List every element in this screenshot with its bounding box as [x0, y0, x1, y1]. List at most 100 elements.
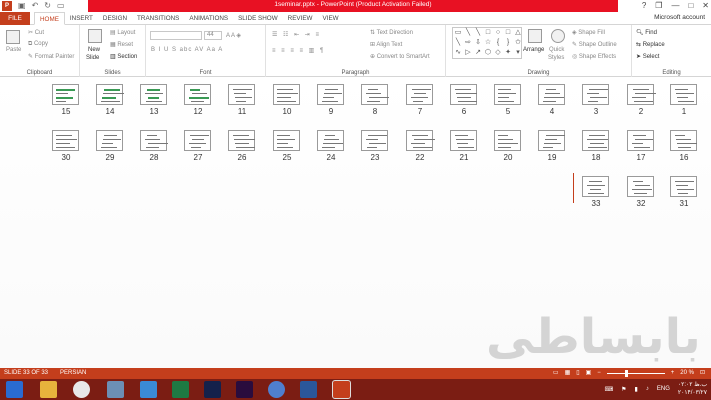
- language-button[interactable]: ENG: [657, 386, 670, 392]
- network-status-icon[interactable]: ▮: [635, 386, 638, 393]
- quick-styles-button[interactable]: Quick: [549, 47, 564, 53]
- slide-thumbnail[interactable]: [184, 84, 211, 105]
- slide-thumbnail[interactable]: [450, 84, 477, 105]
- find-button[interactable]: 🔍︎ Find: [636, 29, 657, 36]
- undo-icon[interactable]: ↶: [32, 1, 39, 11]
- zoom-in-button[interactable]: +: [671, 368, 675, 379]
- triangle-icon[interactable]: △: [513, 28, 523, 38]
- section-button[interactable]: ▥ Section: [110, 53, 137, 60]
- slide-thumbnail[interactable]: [317, 130, 344, 151]
- slide-sorter-icon[interactable]: ▦: [565, 368, 571, 379]
- layout-button[interactable]: ▤ Layout: [110, 29, 135, 36]
- tab-file[interactable]: FILE: [0, 12, 30, 25]
- slide-thumbnail[interactable]: [627, 130, 654, 151]
- new-slide-icon[interactable]: [88, 29, 102, 43]
- rectangle-icon[interactable]: □: [503, 28, 513, 38]
- shapes-gallery[interactable]: ▭ ╲ ╲ □ ○ □ △ ╲ ⇨ ⇩ ☆{} ✩ ∿ ▷ ↗ ⬡ ◇ ✦ ▾: [452, 27, 522, 59]
- slide-thumbnail[interactable]: [494, 84, 521, 105]
- slide-thumbnail[interactable]: [228, 130, 255, 151]
- arrange-icon[interactable]: [528, 29, 542, 43]
- tab-slide-show[interactable]: SLIDE SHOW: [233, 12, 283, 25]
- flag-icon[interactable]: ⚑: [621, 386, 626, 393]
- oval-icon[interactable]: ○: [493, 28, 503, 38]
- arrow-icon[interactable]: ↗: [473, 48, 483, 58]
- help-button[interactable]: ?: [642, 0, 646, 11]
- present-icon[interactable]: ▭: [57, 1, 65, 11]
- star-icon[interactable]: ✩: [513, 38, 523, 48]
- slide-thumbnail[interactable]: [582, 84, 609, 105]
- list-buttons[interactable]: ☰ ☷ ⇤ ⇥ ≡: [272, 31, 321, 38]
- slide-thumbnail[interactable]: [52, 130, 79, 151]
- triangle-icon[interactable]: ▷: [463, 48, 473, 58]
- slide-thumbnail[interactable]: [361, 84, 389, 105]
- network-icon[interactable]: [107, 381, 124, 398]
- font-format-buttons[interactable]: B I U S abc AV Aa A: [151, 47, 223, 53]
- rectangle-icon[interactable]: □: [483, 28, 493, 38]
- cut-button[interactable]: ✂ Cut: [28, 29, 44, 36]
- slide-thumbnail[interactable]: [406, 130, 435, 151]
- keyboard-icon[interactable]: ⌨: [604, 386, 613, 393]
- format-painter-button[interactable]: ✎ Format Painter: [28, 53, 74, 60]
- slide-thumbnail[interactable]: [361, 130, 388, 151]
- slide-thumbnail[interactable]: [52, 84, 79, 105]
- tab-design[interactable]: DESIGN: [98, 12, 132, 25]
- word-icon[interactable]: [300, 381, 317, 398]
- tab-transitions[interactable]: TRANSITIONS: [132, 12, 184, 25]
- select-button[interactable]: ➤ Select: [636, 53, 659, 60]
- more-icon[interactable]: ▾: [513, 48, 523, 58]
- ribbon-display-button[interactable]: ❐: [655, 0, 662, 11]
- powerpoint-taskbar-icon[interactable]: [332, 380, 351, 399]
- tab-home[interactable]: HOME: [34, 12, 65, 25]
- align-text-button[interactable]: ⊞ Align Text: [370, 41, 402, 48]
- slide-thumbnail[interactable]: [582, 176, 609, 197]
- slide-thumbnail[interactable]: [494, 130, 521, 151]
- tab-view[interactable]: VIEW: [318, 12, 344, 25]
- start-icon[interactable]: [6, 381, 23, 398]
- star-icon[interactable]: ✦: [503, 48, 513, 58]
- slide-thumbnail[interactable]: [627, 176, 654, 197]
- slide-thumbnail[interactable]: [538, 130, 565, 151]
- shape-fill-button[interactable]: ◈ Shape Fill: [572, 29, 605, 36]
- slide-thumbnail[interactable]: [627, 84, 656, 105]
- font-size-select[interactable]: 44: [204, 31, 222, 40]
- convert-smartart-button[interactable]: ⊕ Convert to SmartArt: [370, 53, 430, 60]
- maximize-button[interactable]: □: [688, 0, 693, 11]
- close-button[interactable]: ✕: [702, 0, 709, 11]
- slide-thumbnail[interactable]: [670, 84, 697, 105]
- slide-thumbnail[interactable]: [538, 84, 565, 105]
- slide-thumbnail[interactable]: [670, 130, 697, 151]
- save-icon[interactable]: ▣: [18, 1, 26, 11]
- slide-thumbnail[interactable]: [140, 130, 168, 151]
- powerpoint-icon[interactable]: P: [2, 1, 12, 11]
- minimize-button[interactable]: —: [671, 0, 679, 11]
- grow-shrink-font[interactable]: A A ◈: [226, 32, 241, 39]
- reading-view-icon[interactable]: ▯: [576, 368, 579, 379]
- paste-button[interactable]: Paste: [6, 47, 21, 53]
- file-explorer-icon[interactable]: [40, 381, 57, 398]
- paste-icon[interactable]: [6, 30, 20, 44]
- replace-button[interactable]: ⇆ Replace: [636, 41, 665, 48]
- normal-view-icon[interactable]: ▭: [553, 368, 559, 379]
- zoom-level[interactable]: 20 %: [680, 368, 694, 379]
- brace-icon[interactable]: }: [503, 38, 513, 48]
- chrome-icon[interactable]: [73, 381, 90, 398]
- line-icon[interactable]: ╲: [453, 38, 463, 48]
- arrow-icon[interactable]: ⇨: [463, 38, 473, 48]
- slide-thumbnail[interactable]: [96, 84, 124, 105]
- line-icon[interactable]: ╲: [463, 28, 473, 38]
- diamond-icon[interactable]: ◇: [493, 48, 503, 58]
- zoom-slider-knob[interactable]: [624, 370, 628, 377]
- star-icon[interactable]: ☆: [483, 38, 493, 48]
- slide-thumbnail[interactable]: [670, 176, 697, 197]
- hexagon-icon[interactable]: ⬡: [483, 48, 493, 58]
- account-menu[interactable]: Microsoft account: [654, 14, 705, 21]
- alignment-buttons[interactable]: ≡ ≡ ≡ ≡ ▥ ¶: [272, 47, 325, 54]
- fit-slide-icon[interactable]: ⊡: [700, 368, 705, 379]
- quick-styles-icon[interactable]: [551, 29, 565, 43]
- shape-outline-button[interactable]: ✎ Shape Outline: [572, 41, 617, 48]
- zoom-slider[interactable]: [606, 370, 665, 377]
- tab-review[interactable]: REVIEW: [283, 12, 318, 25]
- slide-thumbnail[interactable]: [140, 84, 167, 105]
- slide-thumbnail[interactable]: [96, 130, 123, 151]
- slideshow-icon[interactable]: ▣: [586, 368, 592, 379]
